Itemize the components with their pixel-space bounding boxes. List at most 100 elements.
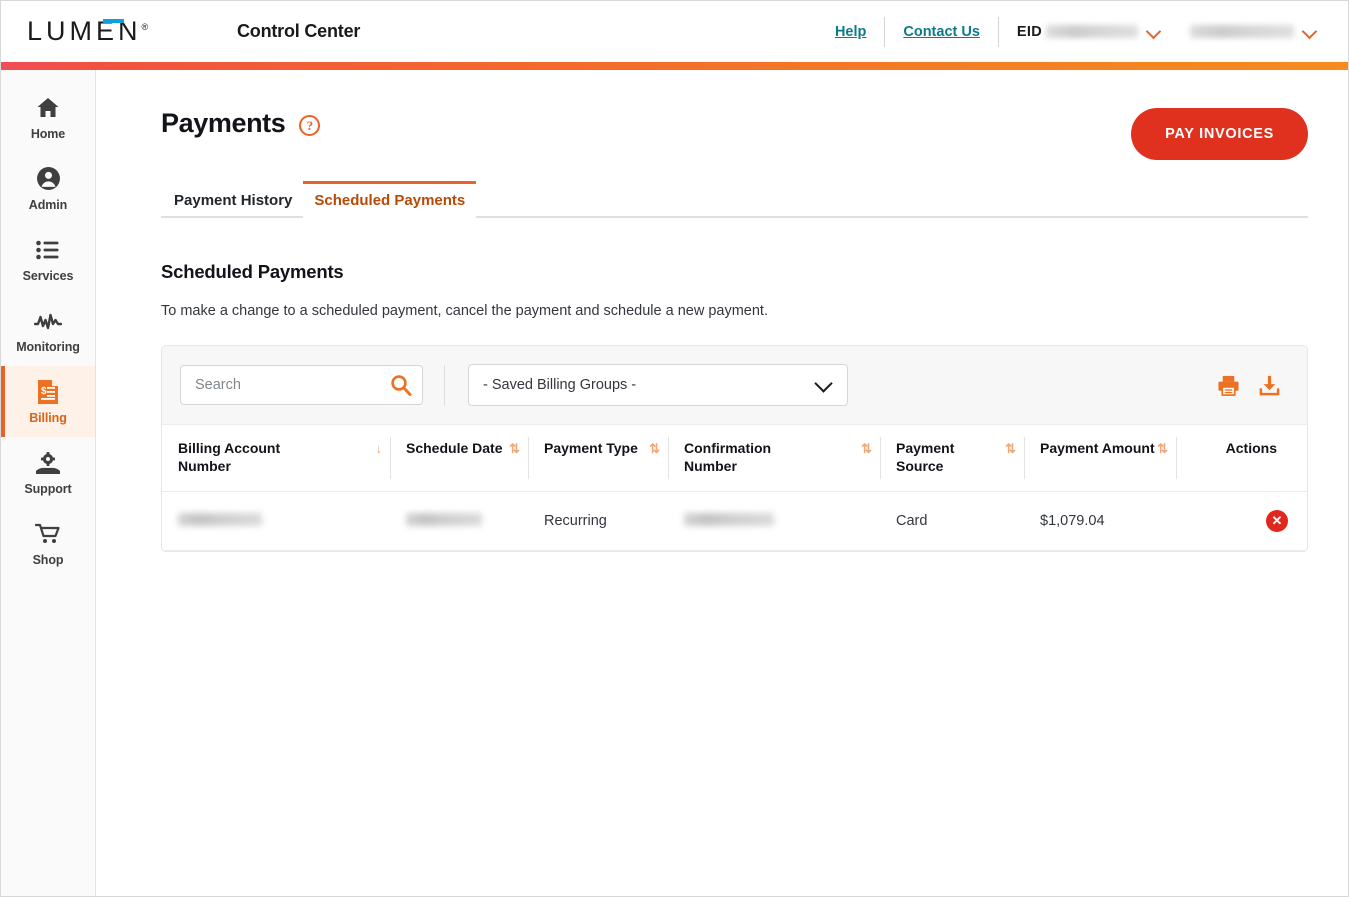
sort-icon[interactable]: ⇅: [861, 440, 872, 455]
column-label: Payment Source: [896, 440, 955, 474]
eid-label: EID: [1016, 23, 1042, 40]
column-confirmation-number[interactable]: Confirmation Number ⇅: [668, 425, 880, 492]
logo-wordmark: LUMEN: [27, 16, 142, 46]
cart-icon: [35, 521, 61, 547]
column-label: Schedule Date: [406, 440, 503, 456]
section-title: Scheduled Payments: [161, 261, 344, 282]
cell-payment-source: Card: [880, 491, 1024, 551]
search-icon[interactable]: [390, 374, 412, 396]
registered-trademark-icon: ®: [141, 22, 149, 32]
user-circle-icon: [36, 166, 61, 192]
column-label: Confirmation Number: [684, 440, 772, 474]
toolbar-divider: [444, 364, 445, 406]
help-link[interactable]: Help: [817, 24, 884, 40]
logo-accent-bar: [103, 19, 124, 23]
column-actions: Actions: [1176, 425, 1307, 492]
sidebar-item-monitoring[interactable]: Monitoring: [1, 295, 95, 366]
column-label: Payment Amount: [1040, 440, 1155, 456]
sidebar-item-label: Home: [30, 126, 66, 141]
cell-schedule-date: [390, 491, 528, 551]
column-label: Billing Account Number: [178, 440, 281, 474]
section-description: To make a change to a scheduled payment,…: [161, 303, 768, 319]
column-payment-source[interactable]: Payment Source ⇅: [880, 425, 1024, 492]
account-selector[interactable]: [1172, 25, 1328, 38]
svg-text:$: $: [41, 386, 47, 397]
table-row[interactable]: Recurring Card $1,079.04 ✕: [162, 491, 1307, 551]
lumen-logo[interactable]: LUMEN®: [27, 18, 207, 45]
app-header: LUMEN® Control Center Help Contact Us EI…: [1, 1, 1348, 62]
column-payment-amount[interactable]: Payment Amount ⇅: [1024, 425, 1176, 492]
control-center-page: LUMEN® Control Center Help Contact Us EI…: [0, 0, 1349, 897]
pay-invoices-button[interactable]: PAY INVOICES: [1131, 108, 1308, 160]
hand-gear-icon: [35, 450, 61, 476]
cell-confirmation-number: [668, 491, 880, 551]
eid-selector[interactable]: EID: [999, 24, 1172, 40]
chevron-down-icon[interactable]: [817, 377, 832, 392]
table-header: Billing Account Number ↓ Schedule Date ⇅: [162, 425, 1307, 492]
tab-scheduled-payments[interactable]: Scheduled Payments: [303, 181, 477, 218]
billing-groups-select[interactable]: - Saved Billing Groups -: [468, 364, 848, 406]
header-actions: Help Contact Us EID: [817, 12, 1328, 52]
column-schedule-date[interactable]: Schedule Date ⇅: [390, 425, 528, 492]
redacted-value: [178, 512, 262, 526]
brand-gradient-bar: [1, 62, 1348, 70]
cell-payment-type: Recurring: [528, 491, 668, 551]
sidebar-item-label: Billing: [29, 410, 67, 425]
sidebar-item-shop[interactable]: Shop: [1, 508, 95, 579]
scheduled-payments-table: Billing Account Number ↓ Schedule Date ⇅: [162, 425, 1307, 551]
chevron-down-icon: [1147, 25, 1160, 38]
payments-tabs: Payment History Scheduled Payments: [161, 179, 1308, 218]
download-icon[interactable]: [1258, 374, 1281, 397]
main-content: Payments ? PAY INVOICES Payment History …: [96, 70, 1348, 896]
sidebar-item-billing[interactable]: $ Billing: [1, 366, 95, 437]
sidebar-item-services[interactable]: Services: [1, 224, 95, 295]
sort-icon[interactable]: ⇅: [1005, 440, 1016, 455]
app-title: Control Center: [237, 21, 361, 41]
table-header-row: Billing Account Number ↓ Schedule Date ⇅: [162, 425, 1307, 492]
column-billing-account-number[interactable]: Billing Account Number ↓: [162, 425, 390, 492]
sort-icon[interactable]: ⇅: [649, 440, 660, 455]
cell-payment-amount: $1,079.04: [1024, 491, 1176, 551]
column-label: Payment Type: [544, 440, 638, 456]
account-value-redacted: [1190, 25, 1294, 38]
cancel-payment-button[interactable]: ✕: [1266, 510, 1288, 532]
sidebar-item-admin[interactable]: Admin: [1, 153, 95, 224]
page-title: Payments: [161, 108, 286, 138]
sort-icon[interactable]: ↓: [376, 440, 383, 455]
table-body: Recurring Card $1,079.04 ✕: [162, 491, 1307, 551]
column-label: Actions: [1225, 440, 1277, 456]
sidebar-item-label: Admin: [28, 197, 68, 212]
column-payment-type[interactable]: Payment Type ⇅: [528, 425, 668, 492]
billing-groups-select-wrap: - Saved Billing Groups -: [468, 364, 848, 406]
invoice-icon: $: [36, 379, 60, 405]
sidebar-item-home[interactable]: Home: [1, 82, 95, 153]
activity-icon: [34, 308, 62, 334]
cell-actions: ✕: [1176, 491, 1307, 551]
print-icon[interactable]: [1217, 374, 1240, 397]
contact-us-link[interactable]: Contact Us: [885, 24, 998, 40]
redacted-value: [406, 512, 482, 526]
search-input[interactable]: [180, 365, 423, 405]
sidebar-item-label: Monitoring: [16, 339, 80, 354]
toolbar-actions: [1217, 374, 1289, 397]
sort-icon[interactable]: ⇅: [1157, 440, 1168, 455]
sidebar-item-label: Services: [22, 268, 74, 283]
redacted-value: [684, 512, 774, 526]
eid-value-redacted: [1046, 25, 1138, 38]
cell-billing-account-number: [162, 491, 390, 551]
sort-icon[interactable]: ⇅: [509, 440, 520, 455]
home-icon: [36, 95, 60, 121]
sidebar-item-label: Support: [24, 481, 72, 496]
table-toolbar: - Saved Billing Groups -: [162, 346, 1307, 425]
sidebar-nav: Home Admin Services Monitoring $ Billing…: [1, 70, 96, 896]
sidebar-item-label: Shop: [32, 552, 64, 567]
page-header-row: Payments ? PAY INVOICES: [161, 108, 1308, 160]
chevron-down-icon: [1303, 25, 1316, 38]
question-mark-icon[interactable]: ?: [299, 115, 321, 136]
billing-groups-value: - Saved Billing Groups -: [483, 377, 637, 393]
scheduled-payments-panel: - Saved Billing Groups -: [161, 345, 1308, 552]
search-field-wrap: [180, 365, 423, 405]
list-icon: [36, 237, 60, 263]
tab-payment-history[interactable]: Payment History: [163, 181, 303, 218]
sidebar-item-support[interactable]: Support: [1, 437, 95, 508]
